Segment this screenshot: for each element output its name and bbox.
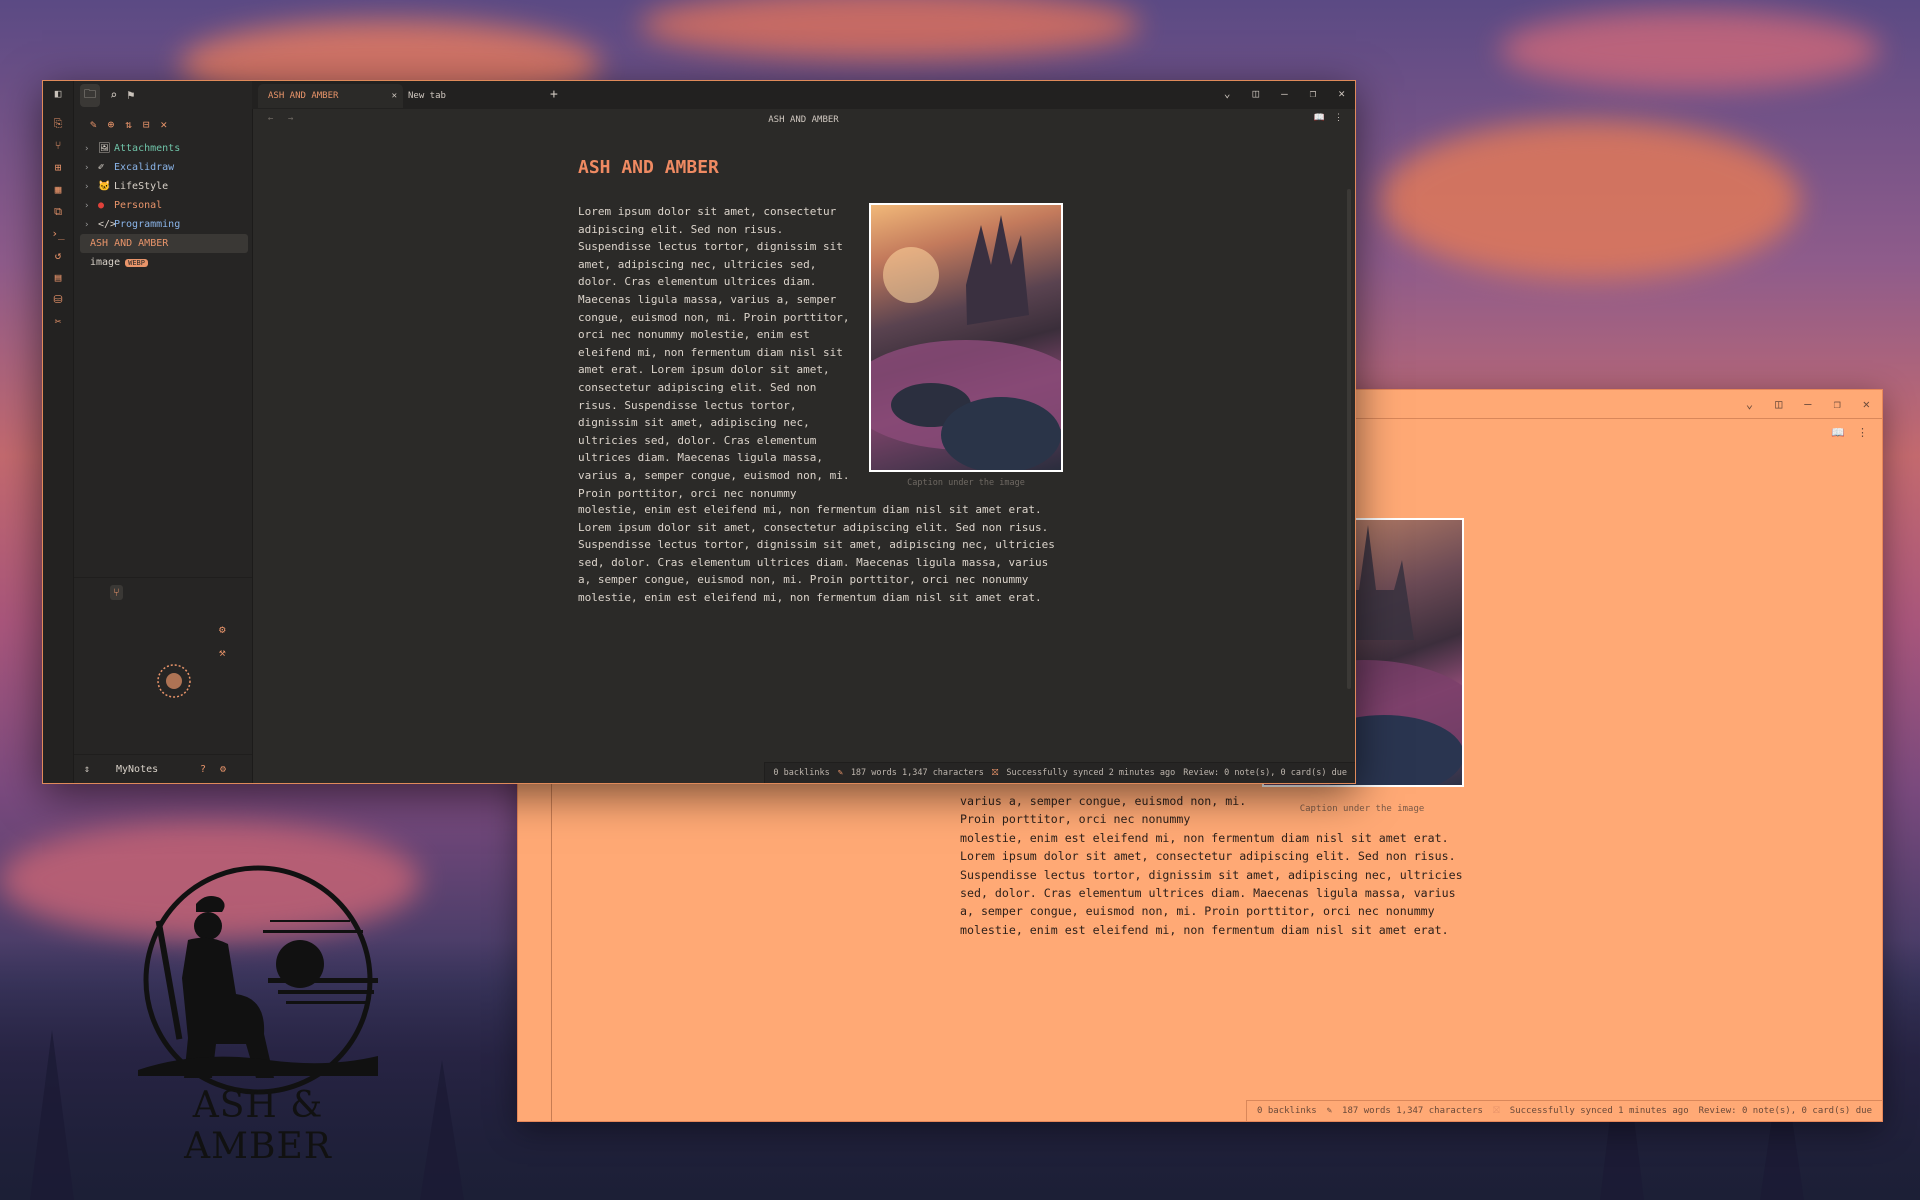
settings-icon[interactable]: ⚙ — [219, 623, 226, 636]
folder-lifestyle[interactable]: › 🐱 LifeStyle — [74, 177, 252, 196]
sidebar-right-icon[interactable]: ◫ — [1253, 87, 1260, 100]
grid-icon[interactable]: ⊞ — [51, 161, 65, 175]
word-count: 187 words 1,347 characters — [1342, 1106, 1483, 1116]
note-editor[interactable]: ASH AND AMBER Lorem ipsum dolor sit amet… — [252, 133, 1355, 763]
close-tab-icon[interactable]: ✕ — [392, 84, 397, 108]
reading-view-icon[interactable]: 📖 — [1314, 113, 1325, 123]
calendar-icon[interactable]: ▦ — [51, 183, 65, 197]
tab-bar: ASH AND AMBER ✕ New tab + ⌄ ◫ – ❐ ✕ — [252, 81, 1355, 109]
template-icon[interactable]: ▤ — [51, 271, 65, 285]
review-status[interactable]: Review: 0 note(s), 0 card(s) due — [1183, 768, 1347, 778]
view-header: ← → ASH AND AMBER 📖 ⋮ — [252, 109, 1355, 133]
red-circle-icon: ● — [98, 200, 105, 211]
note-body-full-width[interactable]: molestie, enim est eleifend mi, non ferm… — [578, 501, 1078, 607]
history-icon[interactable]: ↺ — [51, 249, 65, 263]
file-image[interactable]: image WEBP — [74, 253, 252, 272]
sync-status[interactable]: Successfully synced 1 minutes ago — [1510, 1106, 1689, 1116]
image-icon: 🖼 — [98, 143, 111, 154]
main-obsidian-window[interactable]: ◧ ⎘ ⑂ ⊞ ▦ ⧉ ›_ ↺ ▤ ⛁ ✂ 🗀 ⌕ ⚑ ✎ ⊕ ⇅ ⊟ ✕ ›… — [42, 80, 1356, 784]
sidebar-toggle-icon[interactable]: ◫ — [1775, 397, 1782, 411]
note-body: varius a, semper congue, euismod non, mi… — [960, 794, 1463, 937]
close-all-icon[interactable]: ✕ — [161, 118, 168, 131]
file-tree: › 🖼 Attachments › ✐ Excalidraw › 🐱 LifeS… — [74, 139, 252, 272]
left-ribbon: ◧ ⎘ ⑂ ⊞ ▦ ⧉ ›_ ↺ ▤ ⛁ ✂ — [43, 81, 74, 783]
terminal-icon[interactable]: ›_ — [51, 227, 65, 241]
tab-new-tab[interactable]: New tab — [398, 84, 536, 108]
chevron-down-icon[interactable]: ⌄ — [1746, 397, 1753, 411]
vault-switcher[interactable]: ⇕ MyNotes ? ⚙ — [74, 754, 252, 783]
pencil-icon: ✎ — [1326, 1106, 1333, 1116]
tools-icon[interactable]: ✂ — [51, 315, 65, 329]
code-icon: </> — [98, 219, 117, 230]
collapse-icon[interactable]: ⊟ — [143, 118, 150, 131]
close-icon[interactable]: ✕ — [1863, 397, 1870, 411]
folder-programming[interactable]: › </> Programming — [74, 215, 252, 234]
logo-wordmark: ASH & AMBER — [184, 1085, 332, 1167]
note-body-wrapped[interactable]: Lorem ipsum dolor sit amet, consectetur … — [578, 203, 868, 502]
chevron-down-icon[interactable]: ⌄ — [1224, 87, 1231, 100]
note-image — [869, 203, 1063, 472]
bookmark-icon[interactable]: ⚑ — [127, 88, 134, 102]
file-icon[interactable]: ⎘ — [51, 117, 65, 131]
new-note-icon[interactable]: ✎ — [90, 118, 97, 131]
graph-view-icon[interactable]: ⑂ — [110, 585, 123, 600]
new-folder-icon[interactable]: ⊕ — [108, 118, 115, 131]
avatar[interactable] — [156, 663, 192, 699]
chevron-updown-icon[interactable]: ⇕ — [84, 764, 90, 775]
folder-personal[interactable]: › ● Personal — [74, 196, 252, 215]
file-type-badge: WEBP — [125, 258, 148, 267]
sync-icon[interactable]: ⛝ — [992, 768, 998, 778]
word-count: 187 words 1,347 characters — [850, 768, 984, 778]
search-icon[interactable]: ⌕ — [110, 88, 117, 102]
folder-attachments[interactable]: › 🖼 Attachments — [74, 139, 252, 158]
maximize-icon[interactable]: ❐ — [1310, 87, 1317, 100]
status-bar: 0 backlinks ✎ 187 words 1,347 characters… — [764, 762, 1355, 783]
tab-ash-and-amber[interactable]: ASH AND AMBER ✕ — [258, 84, 403, 108]
more-options-icon[interactable]: ⋮ — [1334, 113, 1343, 123]
backlinks-count[interactable]: 0 backlinks — [773, 768, 829, 778]
cat-emoji-icon: 🐱 — [98, 181, 111, 192]
note-title[interactable]: ASH AND AMBER — [578, 157, 719, 178]
status-bar: 0 backlinks ✎ 187 words 1,347 characters… — [1246, 1100, 1882, 1121]
minimize-icon[interactable]: – — [1281, 87, 1288, 100]
chevron-right-icon: › — [84, 143, 90, 154]
review-status[interactable]: Review: 0 note(s), 0 card(s) due — [1699, 1106, 1872, 1116]
file-ash-and-amber[interactable]: ASH AND AMBER — [80, 234, 248, 253]
folder-excalidraw[interactable]: › ✐ Excalidraw — [74, 158, 252, 177]
chevron-right-icon: › — [84, 219, 90, 230]
chevron-right-icon: › — [84, 200, 90, 211]
close-icon[interactable]: ✕ — [1338, 87, 1345, 100]
folder-icon[interactable]: 🗀 — [80, 83, 101, 107]
sort-icon[interactable]: ⇅ — [125, 118, 132, 131]
sidebar-toggle-icon[interactable]: ◧ — [51, 87, 65, 101]
scrollbar[interactable] — [1347, 189, 1351, 689]
stack-icon[interactable]: ⛁ — [51, 293, 65, 307]
vault-settings-icon[interactable]: ⚙ — [220, 764, 226, 775]
chevron-right-icon: › — [84, 181, 90, 192]
file-explorer-sidebar: 🗀 ⌕ ⚑ ✎ ⊕ ⇅ ⊟ ✕ › 🖼 Attachments › ✐ Exca… — [74, 81, 253, 783]
chevron-right-icon: › — [84, 162, 90, 173]
image-caption: Caption under the image — [907, 478, 1025, 488]
help-icon[interactable]: ? — [200, 764, 206, 775]
minimize-icon[interactable]: – — [1804, 397, 1811, 411]
sync-status[interactable]: Successfully synced 2 minutes ago — [1006, 768, 1175, 778]
excalidraw-icon: ✐ — [98, 162, 105, 173]
copy-icon[interactable]: ⧉ — [51, 205, 65, 219]
more-options-icon[interactable]: ⋮ — [1857, 426, 1868, 439]
view-title[interactable]: ASH AND AMBER — [252, 115, 1355, 125]
wand-icon[interactable]: ⚒ — [219, 646, 226, 659]
reading-view-icon[interactable]: 📖 — [1831, 426, 1845, 439]
pencil-icon: ✎ — [837, 768, 843, 778]
graph-icon[interactable]: ⑂ — [51, 139, 65, 153]
backlinks-count[interactable]: 0 backlinks — [1257, 1106, 1317, 1116]
new-tab-plus-icon[interactable]: + — [550, 87, 558, 102]
maximize-icon[interactable]: ❐ — [1834, 397, 1841, 411]
sync-icon[interactable]: ⛝ — [1493, 1106, 1500, 1116]
